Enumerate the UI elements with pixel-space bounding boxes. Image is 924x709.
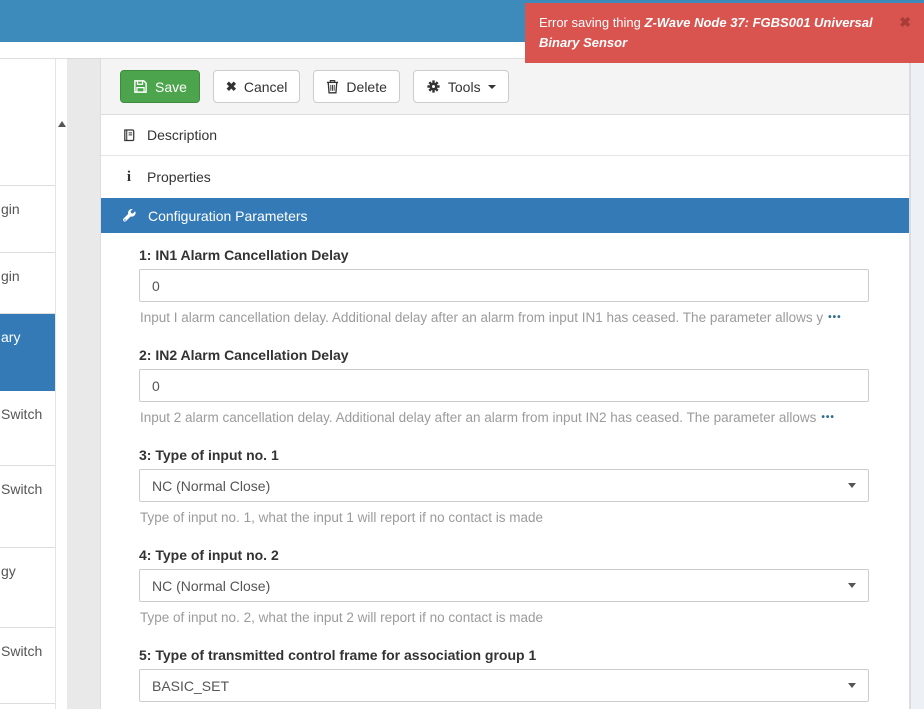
param-text-input[interactable]: 0	[139, 269, 869, 302]
thing-config-panel: Save ✖ Cancel Delete	[100, 58, 910, 709]
more-ellipsis-link[interactable]: •••	[821, 412, 835, 423]
wrench-icon	[122, 208, 137, 223]
chevron-down-icon	[488, 85, 496, 89]
param-help: Input I alarm cancellation delay. Additi…	[140, 310, 869, 325]
param-help-text: Input I alarm cancellation delay. Additi…	[140, 310, 823, 325]
param-label: 2: IN2 Alarm Cancellation Delay	[139, 347, 869, 363]
param-help-text: Input 2 alarm cancellation delay. Additi…	[140, 410, 816, 425]
config-param: 5: Type of transmitted control frame for…	[139, 647, 869, 709]
sidebar-thing-item[interactable]: ary	[0, 314, 55, 391]
param-help: Type of input no. 2, what the input 2 wi…	[140, 610, 869, 625]
sidebar-thing-label: gy	[1, 563, 16, 579]
config-param: 4: Type of input no. 2 NC (Normal Close)…	[139, 547, 869, 647]
sidebar-thing-label: gin	[1, 268, 20, 284]
sidebar-thing-label: gin	[1, 201, 20, 217]
sidebar-thing-item[interactable]: Switch	[0, 628, 55, 704]
param-help-text: Type of input no. 1, what the input 1 wi…	[140, 510, 543, 525]
cancel-button-label: Cancel	[244, 80, 288, 94]
section-configuration-label: Configuration Parameters	[148, 208, 308, 224]
sidebar-thing-item[interactable]: gin	[0, 253, 55, 314]
save-floppy-icon	[133, 79, 148, 94]
sidebar-thing-item[interactable]: gin	[0, 186, 55, 253]
param-label: 5: Type of transmitted control frame for…	[139, 647, 869, 663]
toast-message-prefix: Error saving thing	[539, 15, 645, 30]
section-configuration-parameters[interactable]: Configuration Parameters	[101, 198, 909, 233]
section-description-label: Description	[147, 127, 217, 143]
cancel-x-icon: ✖	[226, 80, 237, 93]
section-properties-label: Properties	[147, 169, 211, 185]
scroll-up-icon[interactable]	[58, 121, 66, 127]
trash-icon	[326, 79, 339, 94]
config-toolbar: Save ✖ Cancel Delete	[101, 59, 909, 115]
param-text-input[interactable]: 0	[139, 369, 869, 402]
param-help-text: Type of input no. 2, what the input 2 wi…	[140, 610, 543, 625]
select-caret-icon	[848, 483, 856, 488]
delete-button[interactable]: Delete	[313, 70, 399, 103]
config-param: 2: IN2 Alarm Cancellation Delay 0 Input …	[139, 347, 869, 447]
error-toast: Error saving thing Z-Wave Node 37: FGBS0…	[525, 3, 924, 63]
section-properties[interactable]: i Properties	[101, 156, 909, 198]
book-icon	[122, 128, 136, 143]
config-param: 1: IN1 Alarm Cancellation Delay 0 Input …	[139, 247, 869, 347]
tools-button-label: Tools	[448, 80, 481, 94]
sidebar-thing-item[interactable]: Switch	[0, 391, 55, 466]
sidebar-scrollbar[interactable]	[57, 59, 67, 709]
section-description[interactable]: Description	[101, 115, 909, 156]
param-value: 0	[152, 378, 160, 394]
param-value: 0	[152, 278, 160, 294]
param-select[interactable]: BASIC_SET	[139, 669, 869, 702]
sidebar-thing-item[interactable]	[0, 59, 55, 186]
sidebar-thing-label: Switch	[1, 406, 42, 422]
select-caret-icon	[848, 583, 856, 588]
param-label: 4: Type of input no. 2	[139, 547, 869, 563]
param-label: 3: Type of input no. 1	[139, 447, 869, 463]
toast-close-icon[interactable]: ✖	[899, 12, 911, 32]
cancel-button[interactable]: ✖ Cancel	[213, 70, 301, 103]
config-param: 3: Type of input no. 1 NC (Normal Close)…	[139, 447, 869, 547]
param-value: NC (Normal Close)	[152, 578, 270, 594]
config-params-list: 1: IN1 Alarm Cancellation Delay 0 Input …	[101, 233, 909, 709]
sidebar-thing-item[interactable]: Switch	[0, 466, 55, 548]
sidebar-thing-label: ary	[1, 329, 20, 345]
save-button[interactable]: Save	[120, 70, 200, 103]
param-value: BASIC_SET	[152, 678, 229, 694]
more-ellipsis-link[interactable]: •••	[828, 312, 842, 323]
things-sidebar: gin gin ary Switch Switch gy Switch	[0, 58, 67, 709]
info-icon: i	[122, 169, 136, 186]
sidebar-thing-label: Switch	[1, 481, 42, 497]
param-select[interactable]: NC (Normal Close)	[139, 569, 869, 602]
sidebar-thing-label: Switch	[1, 643, 42, 659]
page-background-gap	[67, 58, 100, 709]
select-caret-icon	[848, 683, 856, 688]
sidebar-thing-item[interactable]: gy	[0, 548, 55, 628]
param-label: 1: IN1 Alarm Cancellation Delay	[139, 247, 869, 263]
delete-button-label: Delete	[346, 80, 386, 94]
param-value: NC (Normal Close)	[152, 478, 270, 494]
param-select[interactable]: NC (Normal Close)	[139, 469, 869, 502]
save-button-label: Save	[155, 80, 187, 94]
gear-icon	[426, 79, 441, 94]
param-help: Type of input no. 1, what the input 1 wi…	[140, 510, 869, 525]
tools-button[interactable]: Tools	[413, 70, 509, 103]
param-help: Input 2 alarm cancellation delay. Additi…	[140, 410, 869, 425]
sidebar-thing-list: gin gin ary Switch Switch gy Switch	[0, 59, 56, 709]
page-scrollbar-track[interactable]	[910, 58, 924, 709]
